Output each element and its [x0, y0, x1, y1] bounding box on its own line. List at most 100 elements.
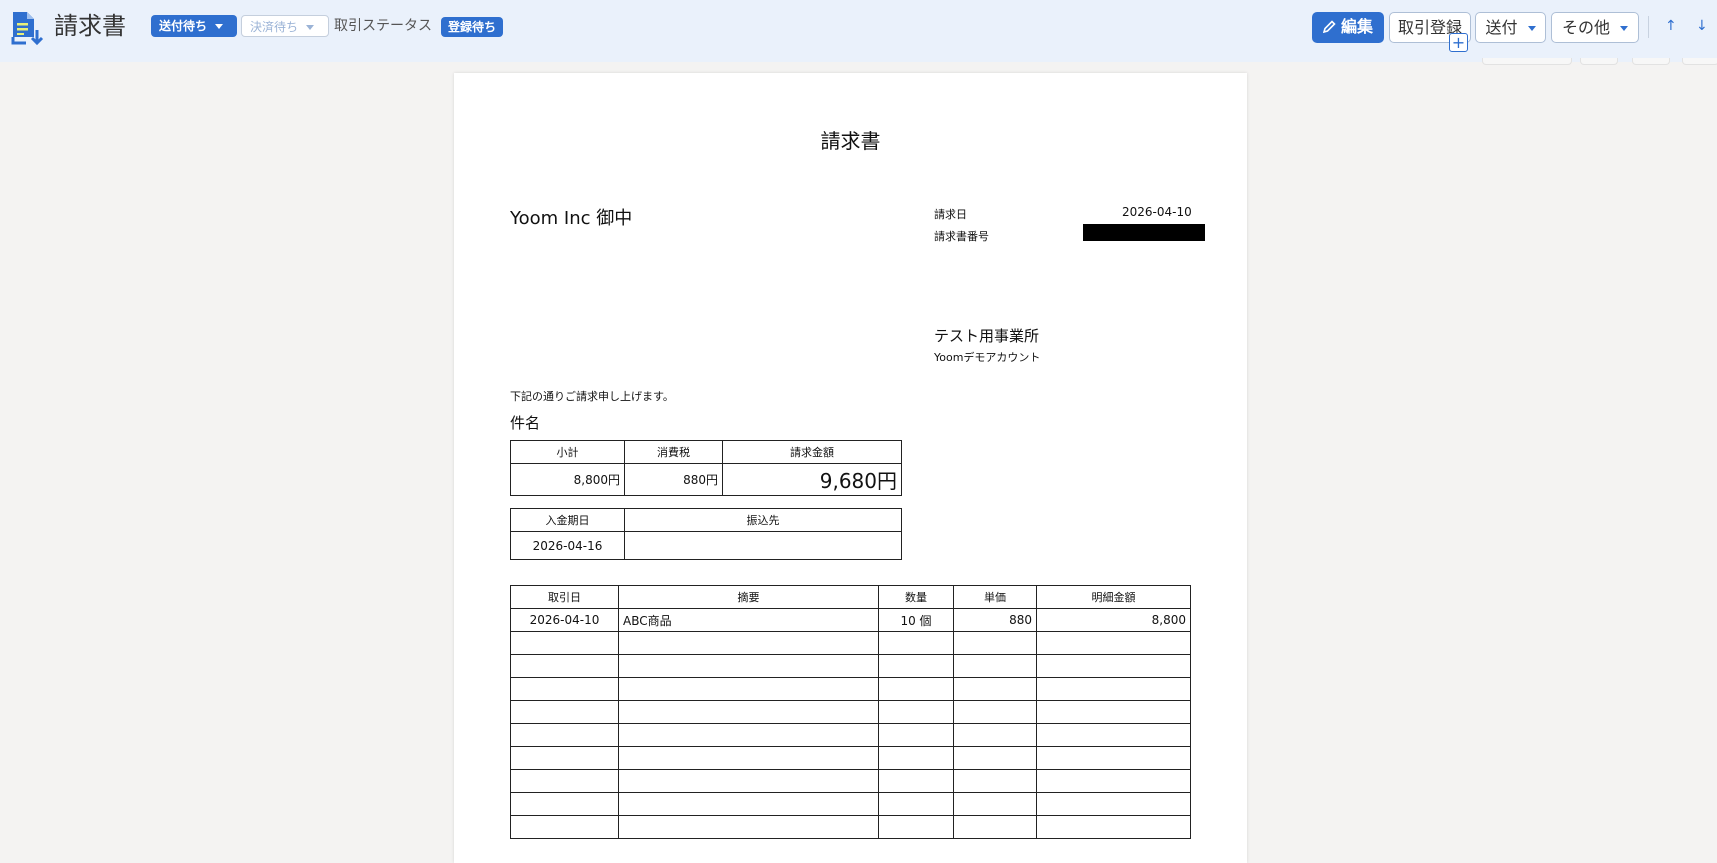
- invoice-number-label: 請求書番号: [934, 230, 989, 243]
- edit-button[interactable]: 編集: [1312, 12, 1384, 43]
- table-cell: [510, 746, 619, 770]
- due-date-value: 2026-04-16: [510, 531, 625, 560]
- table-cell: [618, 700, 879, 724]
- table-row: [510, 677, 1191, 701]
- line-items-body: 2026-04-10 ABC商品 10 個 880 8,800: [510, 608, 1191, 839]
- caret-down-icon: [1527, 26, 1536, 31]
- table-row: [510, 654, 1191, 678]
- table-cell: ABC商品: [618, 608, 879, 632]
- send-status-label: 送付待ち: [159, 19, 208, 33]
- table-cell: [1036, 769, 1191, 793]
- intro-text: 下記の通りご請求申し上げます。: [510, 390, 674, 403]
- table-cell: [878, 631, 954, 655]
- hidden-toolbar-button: [1580, 58, 1618, 65]
- table-header: 振込先: [624, 508, 902, 532]
- table-cell: [953, 677, 1037, 701]
- table-header: 単価: [953, 585, 1037, 609]
- table-row: [510, 723, 1191, 747]
- invoice-download-icon: [11, 12, 44, 46]
- table-cell: [510, 631, 619, 655]
- invoice-title: 請求書: [820, 129, 881, 153]
- table-cell: [878, 769, 954, 793]
- table-cell: [618, 746, 879, 770]
- send-button-label: 送付: [1485, 18, 1518, 37]
- settle-status-label: 決済待ち: [250, 20, 299, 34]
- table-cell: [1036, 792, 1191, 816]
- table-cell: [510, 677, 619, 701]
- table-cell: 10 個: [878, 608, 954, 632]
- tax-value: 880円: [624, 463, 723, 496]
- table-cell: [953, 769, 1037, 793]
- other-button-label: その他: [1561, 18, 1610, 37]
- table-cell: [510, 723, 619, 747]
- plus-icon[interactable]: +: [1449, 33, 1468, 52]
- total-amount-value: 9,680円: [722, 463, 902, 496]
- table-cell: [953, 700, 1037, 724]
- table-cell: [618, 631, 879, 655]
- table-cell: [878, 723, 954, 747]
- table-cell: [953, 792, 1037, 816]
- page-title: 請求書: [54, 12, 126, 40]
- subtotal-value: 8,800円: [510, 463, 625, 496]
- table-cell: [1036, 723, 1191, 747]
- registration-status-badge: 登録待ち: [441, 17, 504, 37]
- table-header: 数量: [878, 585, 954, 609]
- table-cell: [1036, 677, 1191, 701]
- invoice-document: 請求書 Yoom Inc 御中 請求日 2026-04-10 請求書番号 テスト…: [454, 73, 1247, 863]
- table-cell: [878, 654, 954, 678]
- table-cell: [953, 654, 1037, 678]
- table-cell: [618, 723, 879, 747]
- issuer-office: テスト用事業所: [934, 327, 1040, 345]
- hidden-toolbar-button: [1482, 58, 1572, 65]
- table-row: [510, 746, 1191, 770]
- edit-button-label: 編集: [1340, 17, 1373, 36]
- amount-summary-table: 小計 消費税 請求金額 8,800円 880円 9,680円: [510, 440, 902, 496]
- table-row: [510, 769, 1191, 793]
- table-cell: [1036, 631, 1191, 655]
- invoice-date-value: 2026-04-10: [1122, 205, 1192, 219]
- table-header: 小計: [510, 440, 625, 464]
- table-cell: [510, 769, 619, 793]
- table-row: 2026-04-10 ABC商品 10 個 880 8,800: [510, 608, 1191, 632]
- settle-status-dropdown[interactable]: 決済待ち: [241, 15, 329, 37]
- table-cell: [510, 792, 619, 816]
- bank-account-value: [624, 531, 902, 560]
- table-cell: [618, 792, 879, 816]
- table-cell: [618, 654, 879, 678]
- table-header: 入金期日: [510, 508, 625, 532]
- table-cell: 2026-04-10: [510, 608, 619, 632]
- table-header: 明細金額: [1036, 585, 1191, 609]
- table-cell: [878, 677, 954, 701]
- table-cell: [510, 700, 619, 724]
- table-header: 請求金額: [722, 440, 902, 464]
- table-cell: [1036, 815, 1191, 839]
- table-row: [510, 815, 1191, 839]
- table-cell: [953, 723, 1037, 747]
- subject-label: 件名: [510, 414, 541, 432]
- payment-table: 入金期日 振込先 2026-04-16: [510, 508, 902, 560]
- table-cell: [878, 815, 954, 839]
- other-dropdown-button[interactable]: その他: [1551, 12, 1639, 43]
- hidden-toolbar-button: [1682, 58, 1717, 65]
- table-row: [510, 792, 1191, 816]
- table-cell: [618, 769, 879, 793]
- caret-down-icon: [215, 24, 224, 29]
- table-header: 摘要: [618, 585, 879, 609]
- client-name: Yoom Inc 御中: [510, 208, 633, 229]
- table-cell: [953, 746, 1037, 770]
- previous-arrow-icon[interactable]: ↑: [1665, 15, 1677, 37]
- trade-status-label: 取引ステータス: [334, 18, 432, 34]
- line-items-table: 取引日 摘要 数量 単価 明細金額 2026-04-10 ABC商品 10 個 880…: [510, 585, 1191, 839]
- table-cell: [618, 677, 879, 701]
- send-status-dropdown[interactable]: 送付待ち: [151, 15, 237, 37]
- table-header: 消費税: [624, 440, 723, 464]
- send-dropdown-button[interactable]: 送付: [1475, 12, 1546, 43]
- table-cell: [878, 792, 954, 816]
- caret-down-icon: [306, 25, 315, 30]
- next-arrow-icon[interactable]: ↓: [1696, 15, 1708, 37]
- table-cell: [618, 815, 879, 839]
- table-cell: [953, 815, 1037, 839]
- table-cell: [510, 654, 619, 678]
- table-cell: [1036, 654, 1191, 678]
- table-cell: [953, 631, 1037, 655]
